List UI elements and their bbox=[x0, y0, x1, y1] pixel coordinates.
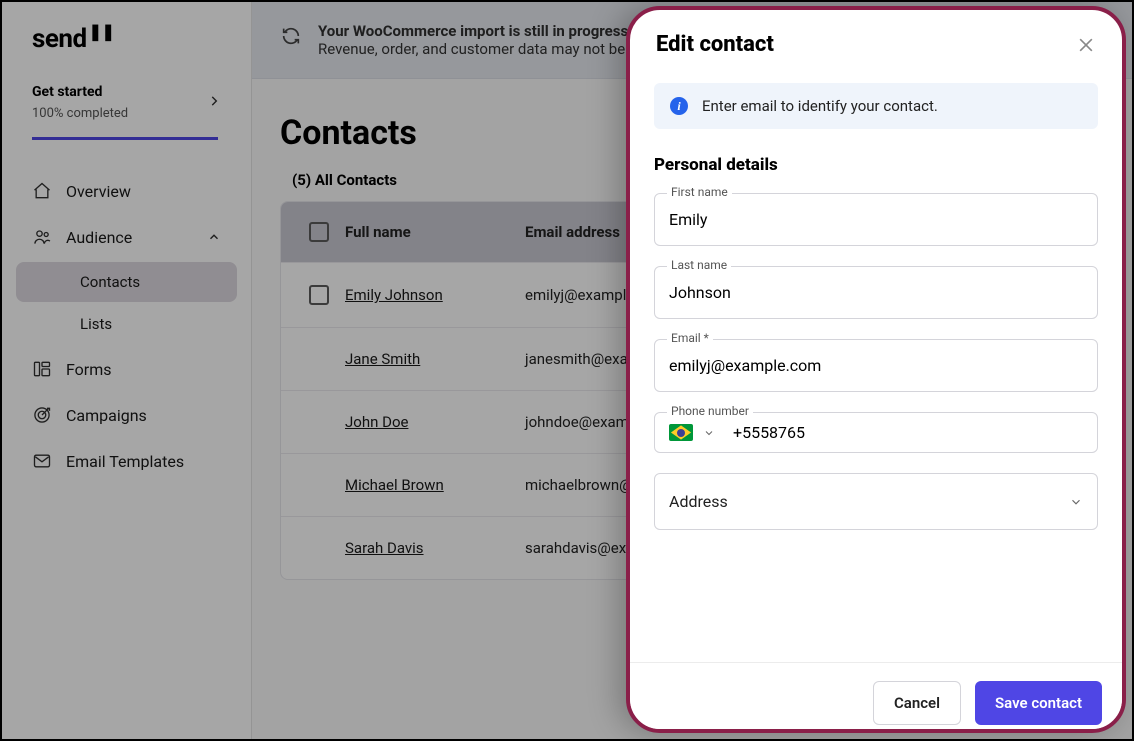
email-label: Email * bbox=[667, 331, 713, 345]
last-name-input[interactable] bbox=[655, 267, 1097, 318]
cancel-button[interactable]: Cancel bbox=[873, 681, 961, 725]
info-banner: i Enter email to identify your contact. bbox=[654, 83, 1098, 129]
last-name-field-wrapper: Last name bbox=[654, 266, 1098, 319]
phone-label: Phone number bbox=[667, 404, 753, 418]
edit-contact-drawer: Edit contact i Enter email to identify y… bbox=[626, 6, 1126, 733]
drawer-footer: Cancel Save contact bbox=[630, 662, 1122, 729]
phone-value[interactable]: +5558765 bbox=[725, 423, 805, 442]
save-contact-button[interactable]: Save contact bbox=[975, 681, 1102, 725]
email-input[interactable] bbox=[655, 340, 1097, 391]
country-caret-icon[interactable] bbox=[703, 427, 715, 439]
caret-down-icon bbox=[1069, 495, 1083, 509]
close-icon[interactable] bbox=[1076, 35, 1096, 55]
address-select-label: Address bbox=[669, 492, 728, 511]
last-name-label: Last name bbox=[667, 258, 731, 272]
info-icon: i bbox=[670, 97, 688, 115]
flag-brazil-icon[interactable] bbox=[669, 424, 693, 441]
drawer-title: Edit contact bbox=[656, 32, 774, 57]
info-text: Enter email to identify your contact. bbox=[702, 97, 938, 115]
address-select[interactable]: Address bbox=[654, 473, 1098, 530]
phone-field-wrapper: Phone number +5558765 bbox=[654, 412, 1098, 453]
first-name-input[interactable] bbox=[655, 194, 1097, 245]
first-name-label: First name bbox=[667, 185, 732, 199]
section-personal-details: Personal details bbox=[654, 155, 1098, 175]
email-field-wrapper: Email * bbox=[654, 339, 1098, 392]
first-name-field-wrapper: First name bbox=[654, 193, 1098, 246]
